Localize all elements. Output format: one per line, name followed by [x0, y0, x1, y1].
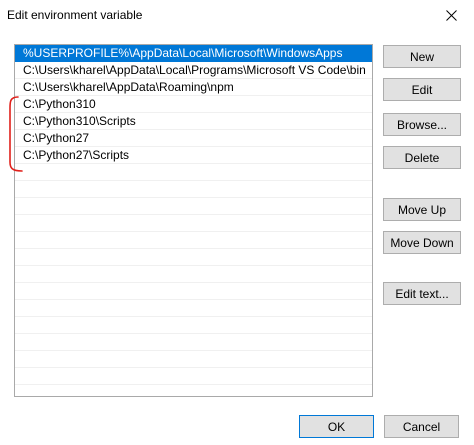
list-item[interactable]: C:\Python310 — [15, 96, 372, 113]
move-up-button[interactable]: Move Up — [383, 198, 461, 221]
empty-row[interactable] — [15, 351, 372, 368]
empty-row[interactable] — [15, 266, 372, 283]
cancel-button[interactable]: Cancel — [384, 415, 459, 438]
list-item[interactable]: C:\Python27\Scripts — [15, 147, 372, 164]
empty-row[interactable] — [15, 368, 372, 385]
red-bracket-annotation — [9, 96, 23, 172]
title-bar: Edit environment variable — [0, 0, 474, 30]
browse-button[interactable]: Browse... — [383, 113, 461, 136]
close-icon — [445, 9, 457, 21]
empty-row[interactable] — [15, 232, 372, 249]
empty-row[interactable] — [15, 385, 372, 396]
list-item[interactable]: C:\Python27 — [15, 130, 372, 147]
ok-button[interactable]: OK — [299, 415, 374, 438]
path-entries-list[interactable]: %USERPROFILE%\AppData\Local\Microsoft\Wi… — [14, 44, 373, 397]
empty-row[interactable] — [15, 181, 372, 198]
empty-row[interactable] — [15, 249, 372, 266]
list-item[interactable]: C:\Users\kharel\AppData\Roaming\npm — [15, 79, 372, 96]
list-item[interactable]: C:\Python310\Scripts — [15, 113, 372, 130]
empty-row[interactable] — [15, 215, 372, 232]
edit-text-button[interactable]: Edit text... — [383, 282, 461, 305]
empty-row[interactable] — [15, 317, 372, 334]
list-item[interactable]: %USERPROFILE%\AppData\Local\Microsoft\Wi… — [15, 45, 372, 62]
empty-row[interactable] — [15, 334, 372, 351]
empty-row[interactable] — [15, 164, 372, 181]
edit-button[interactable]: Edit — [383, 78, 461, 101]
new-button[interactable]: New — [383, 45, 461, 68]
close-button[interactable] — [428, 0, 474, 30]
empty-row[interactable] — [15, 198, 372, 215]
list-item[interactable]: C:\Users\kharel\AppData\Local\Programs\M… — [15, 62, 372, 79]
delete-button[interactable]: Delete — [383, 146, 461, 169]
move-down-button[interactable]: Move Down — [383, 231, 461, 254]
empty-row[interactable] — [15, 300, 372, 317]
empty-row[interactable] — [15, 283, 372, 300]
window-title: Edit environment variable — [7, 8, 143, 22]
